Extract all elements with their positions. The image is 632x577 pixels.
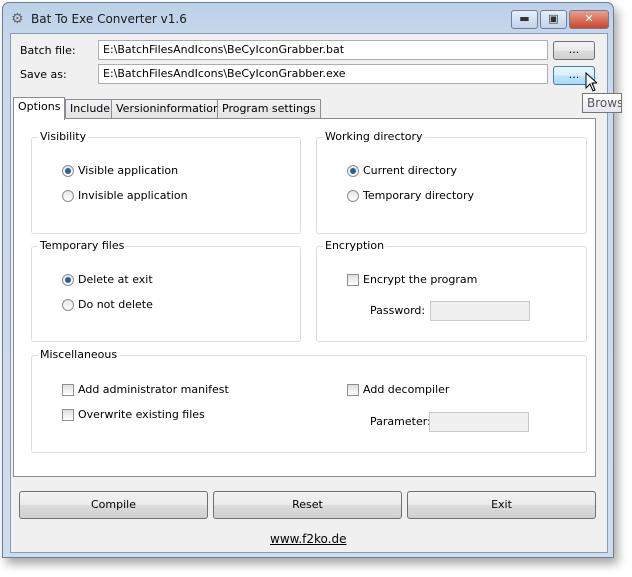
- radio-icon: [62, 273, 74, 286]
- checkbox-icon: [347, 383, 359, 396]
- options-panel: Visibility Visible application Invisible…: [13, 118, 596, 477]
- option-label: Current directory: [363, 164, 458, 177]
- option-label: Temporary directory: [363, 189, 475, 202]
- password-label: Password:: [370, 304, 426, 317]
- radio-icon: [62, 298, 74, 311]
- radio-icon: [62, 164, 74, 177]
- delete-at-exit-radio[interactable]: Delete at exit: [62, 273, 153, 286]
- current-directory-radio[interactable]: Current directory: [347, 164, 457, 177]
- working-directory-group: Working directory Current directory Temp…: [316, 130, 587, 234]
- overwrite-files-checkbox[interactable]: Overwrite existing files: [62, 408, 205, 421]
- encrypt-program-checkbox[interactable]: Encrypt the program: [347, 273, 477, 286]
- invisible-application-radio[interactable]: Invisible application: [62, 189, 188, 202]
- radio-icon: [347, 164, 359, 177]
- parameter-input[interactable]: [429, 412, 529, 432]
- visibility-group: Visibility Visible application Invisible…: [31, 130, 301, 234]
- radio-icon: [347, 189, 359, 202]
- batch-file-label: Batch file:: [20, 44, 76, 57]
- minimize-button[interactable]: ▬: [511, 10, 538, 29]
- close-button[interactable]: ✕: [569, 10, 609, 29]
- admin-manifest-checkbox[interactable]: Add administrator manifest: [62, 383, 229, 396]
- tab-include[interactable]: Include: [65, 99, 116, 119]
- batch-browse-button[interactable]: ...: [553, 41, 595, 60]
- miscellaneous-group: Miscellaneous Add administrator manifest…: [31, 348, 587, 453]
- option-label: Invisible application: [78, 189, 188, 202]
- checkbox-icon: [62, 383, 74, 396]
- group-title: Miscellaneous: [38, 348, 120, 361]
- tab-program-settings[interactable]: Program settings: [217, 99, 321, 119]
- compile-button[interactable]: Compile: [19, 491, 208, 519]
- checkbox-icon: [347, 273, 359, 286]
- do-not-delete-radio[interactable]: Do not delete: [62, 298, 153, 311]
- visible-application-radio[interactable]: Visible application: [62, 164, 178, 177]
- add-decompiler-checkbox[interactable]: Add decompiler: [347, 383, 449, 396]
- app-icon: ⚙: [11, 11, 24, 27]
- option-label: Delete at exit: [78, 273, 153, 286]
- option-label: Do not delete: [78, 298, 153, 311]
- group-title: Working directory: [323, 130, 425, 143]
- option-label: Encrypt the program: [363, 273, 478, 286]
- radio-icon: [62, 189, 74, 202]
- password-input[interactable]: [430, 301, 530, 321]
- save-as-label: Save as:: [20, 68, 67, 81]
- window-title: Bat To Exe Converter v1.6: [31, 12, 187, 26]
- mouse-cursor-icon: [585, 72, 597, 92]
- temporary-files-group: Temporary files Delete at exit Do not de…: [31, 239, 301, 342]
- reset-button[interactable]: Reset: [213, 491, 402, 519]
- website-link[interactable]: www.f2ko.de: [270, 532, 346, 546]
- checkbox-icon: [62, 408, 74, 421]
- group-title: Visibility: [38, 130, 89, 143]
- save-as-input[interactable]: E:\BatchFilesAndIcons\BeCyIconGrabber.ex…: [98, 64, 548, 84]
- encryption-group: Encryption Encrypt the program Password:: [316, 239, 587, 342]
- option-label: Add administrator manifest: [78, 383, 229, 396]
- tab-versioninformations[interactable]: Versioninformations: [111, 99, 231, 119]
- exit-button[interactable]: Exit: [407, 491, 596, 519]
- batch-file-input[interactable]: E:\BatchFilesAndIcons\BeCyIconGrabber.ba…: [98, 40, 548, 60]
- option-label: Visible application: [78, 164, 179, 177]
- tab-options[interactable]: Options: [13, 97, 66, 120]
- temporary-directory-radio[interactable]: Temporary directory: [347, 189, 474, 202]
- group-title: Encryption: [323, 239, 387, 252]
- browse-tooltip: Browse: [582, 93, 622, 113]
- option-label: Overwrite existing files: [78, 408, 205, 421]
- option-label: Add decompiler: [363, 383, 450, 396]
- group-title: Temporary files: [38, 239, 127, 252]
- parameter-label: Parameter:: [370, 415, 431, 428]
- maximize-button[interactable]: ▣: [540, 10, 567, 29]
